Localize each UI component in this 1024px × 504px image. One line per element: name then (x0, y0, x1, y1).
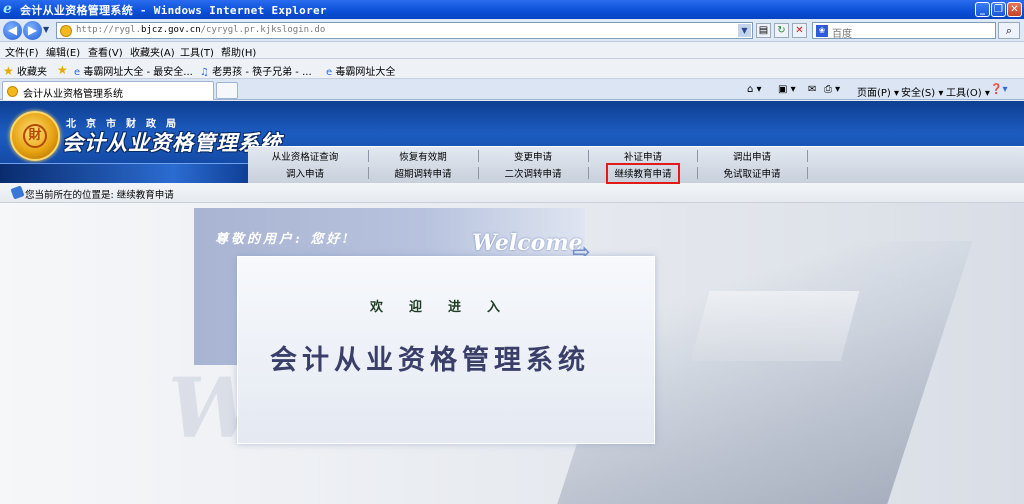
print-icon[interactable]: ⎙ ▾ (824, 84, 840, 95)
nav-restore-validity[interactable]: 恢复有效期 (368, 149, 478, 163)
monitor-background-image (690, 291, 860, 361)
safety-menu[interactable]: 安全(S) ▾ (901, 84, 943, 99)
favorite-item-1[interactable]: e 毒霸网址大全 - 最安全... (74, 63, 193, 78)
highlight-box (606, 163, 680, 184)
new-tab-button[interactable] (216, 82, 238, 99)
menu-help[interactable]: 帮助(H) (221, 44, 256, 59)
nav-separator (697, 150, 698, 162)
favorites-button[interactable]: ★ 收藏夹 (3, 63, 47, 78)
menu-tools[interactable]: 工具(T) (180, 44, 214, 59)
page-menu[interactable]: 页面(P) ▾ (857, 84, 899, 99)
mail-icon[interactable]: ✉ (808, 84, 816, 95)
add-favorite-icon[interactable]: ★ (57, 63, 68, 77)
header-swoosh (0, 163, 248, 183)
search-placeholder: 百度 (832, 29, 852, 40)
welcome-system-title: 会计从业资格管理系统 (270, 345, 590, 376)
nav-separator (807, 167, 808, 179)
breadcrumb-text: 您当前所在的位置是: 继续教育申请 (25, 190, 174, 201)
menu-bar: 文件(F) 编辑(E) 查看(V) 收藏夹(A) 工具(T) 帮助(H) (0, 42, 1024, 59)
nav-separator (697, 167, 698, 179)
home-icon[interactable]: ⌂ ▾ (747, 84, 762, 95)
tab-bar: 会计从业资格管理系统 ⌂ ▾ ▣ ▾ ✉ ⎙ ▾ 页面(P) ▾ 安全(S) ▾… (0, 79, 1024, 100)
ie-logo-icon: e (3, 1, 12, 17)
stop-icon[interactable]: ✕ (792, 23, 807, 38)
favorite-item-2[interactable]: ♫ 老男孩 - 筷子兄弟 - ... (200, 63, 312, 78)
favorites-bar: ★ 收藏夹 ★ e 毒霸网址大全 - 最安全... ♫ 老男孩 - 筷子兄弟 -… (0, 59, 1024, 79)
page-content: 財 北京市财政局 会计从业资格管理系统 从业资格证查询 恢复有效期 变更申请 补… (0, 101, 1024, 504)
tools-menu[interactable]: 工具(O) ▾ (946, 84, 990, 99)
menu-edit[interactable]: 编辑(E) (46, 44, 80, 59)
tab-favicon-icon (7, 86, 18, 97)
nav-transfer-out[interactable]: 调出申请 (697, 149, 807, 163)
compatibility-view-icon[interactable]: ▤ (756, 23, 771, 38)
url-text: http://rygl.bjcz.gov.cn/cyrygl.pr.kjkslo… (76, 25, 326, 35)
welcome-small-text: Welcome (472, 230, 583, 256)
search-go-button[interactable]: ⌕ (998, 22, 1020, 39)
nav-cert-query[interactable]: 从业资格证查询 (250, 149, 360, 163)
back-button[interactable]: ◀ (3, 21, 22, 40)
welcome-enter-text: 欢迎进入 (370, 300, 527, 315)
history-dropdown-icon[interactable]: ▼ (43, 25, 49, 34)
feeds-icon[interactable]: ▣ ▾ (778, 84, 796, 95)
nav-separator (588, 150, 589, 162)
forward-button[interactable]: ▶ (23, 21, 42, 40)
nav-separator (368, 167, 369, 179)
nav-overdue-transfer[interactable]: 超期调转申请 (368, 166, 478, 180)
close-button[interactable]: ✕ (1007, 2, 1022, 17)
nav-separator (478, 150, 479, 162)
location-icon (10, 185, 25, 200)
nav-second-transfer[interactable]: 二次调转申请 (478, 166, 588, 180)
url-dropdown-icon[interactable]: ▼ (738, 24, 751, 37)
tab-label: 会计从业资格管理系统 (23, 89, 123, 100)
breadcrumb: 您当前所在的位置是: 继续教育申请 (0, 183, 1024, 203)
nav-reissue-request[interactable]: 补证申请 (588, 149, 698, 163)
menu-favorites[interactable]: 收藏夹(A) (130, 44, 175, 59)
nav-separator (807, 150, 808, 162)
refresh-icon[interactable]: ↻ (774, 23, 789, 38)
window-title-bar: e 会计从业资格管理系统 - Windows Internet Explorer… (0, 0, 1024, 19)
menu-file[interactable]: 文件(F) (5, 44, 39, 59)
nav-transfer-in[interactable]: 调入申请 (250, 166, 360, 180)
favorites-star-icon: ★ (3, 64, 14, 78)
maximize-button[interactable]: ❐ (991, 2, 1006, 17)
nav-separator (588, 167, 589, 179)
nav-exam-exemption[interactable]: 免试取证申请 (697, 166, 807, 180)
minimize-button[interactable]: _ (975, 2, 990, 17)
search-input[interactable]: ❀ 百度 (812, 22, 996, 40)
page-favicon-icon (60, 25, 72, 37)
tab-current[interactable]: 会计从业资格管理系统 (2, 81, 214, 100)
nav-separator (368, 150, 369, 162)
window-title: 会计从业资格管理系统 - Windows Internet Explorer (20, 4, 327, 17)
url-input[interactable]: http://rygl.bjcz.gov.cn/cyrygl.pr.kjkslo… (56, 22, 753, 39)
finance-bureau-emblem-icon: 財 (10, 111, 60, 161)
nav-change-request[interactable]: 变更申请 (478, 149, 588, 163)
address-bar: ◀ ▶ ▼ http://rygl.bjcz.gov.cn/cyrygl.pr.… (0, 19, 1024, 42)
nav-separator (478, 167, 479, 179)
baidu-paw-icon: ❀ (816, 25, 828, 37)
help-icon[interactable]: ❓▾ (990, 84, 1007, 95)
favorite-item-3[interactable]: e 毒霸网址大全 (326, 63, 395, 78)
menu-view[interactable]: 查看(V) (88, 44, 123, 59)
user-greeting: 尊敬的用户: 您好! (215, 232, 352, 247)
